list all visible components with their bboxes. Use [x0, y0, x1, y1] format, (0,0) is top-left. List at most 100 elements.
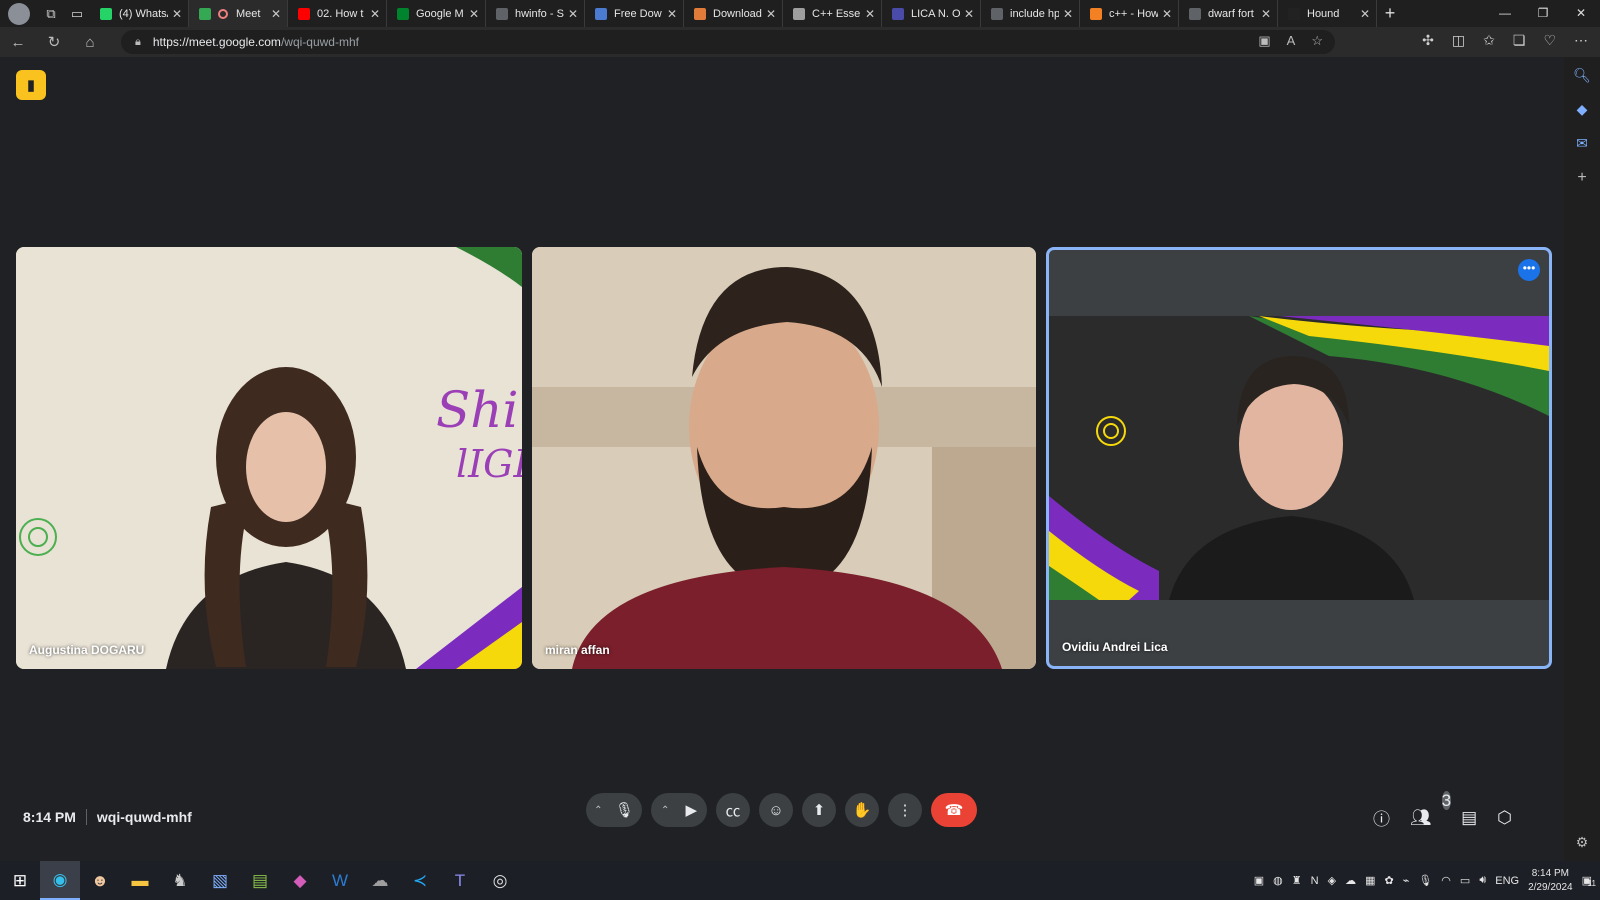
tab-close-icon[interactable]: ✕ [370, 7, 380, 21]
favorites-icon[interactable]: ✩ [1483, 32, 1495, 49]
tab-close-icon[interactable]: ✕ [1162, 7, 1172, 21]
add-sidebar-app-icon[interactable]: + [1577, 169, 1586, 187]
tray-app-icon[interactable]: ▦ [1365, 874, 1375, 887]
url-text[interactable]: https://meet.google.com/wqi-quwd-mhf [153, 35, 359, 49]
browser-tab[interactable]: hwinfo - S ✕ [486, 0, 585, 27]
participant-tile[interactable]: miran affan [532, 247, 1036, 669]
sidebar-settings-gear-icon[interactable]: ⚙ [1576, 834, 1589, 851]
microphone-icon[interactable]: 🎙︎ [615, 801, 634, 819]
refresh-icon[interactable]: ↻ [36, 33, 72, 51]
word-icon[interactable]: W [320, 861, 360, 900]
camera-off-badge-icon[interactable]: ▮ [16, 70, 46, 100]
camera-icon[interactable]: ▶ [685, 801, 697, 819]
app-icon[interactable]: ☻ [80, 861, 120, 900]
outlook-icon[interactable]: ✉ [1576, 135, 1588, 152]
tab-actions-icon[interactable]: ▭ [64, 4, 90, 24]
split-screen-icon[interactable]: ◫ [1452, 32, 1465, 49]
people-icon[interactable]: 👥︎3 [1410, 790, 1452, 828]
browser-tab[interactable]: Download ✕ [684, 0, 783, 27]
emoji-reactions-button[interactable]: ☺ [759, 793, 793, 827]
activities-icon[interactable]: ⬡ [1497, 808, 1512, 828]
tray-app-icon[interactable]: ▣ [1254, 874, 1264, 887]
onenote-icon[interactable]: N [1311, 875, 1319, 887]
copilot-icon[interactable]: ◆ [1577, 101, 1588, 118]
browser-tab[interactable]: c++ - How ✕ [1080, 0, 1179, 27]
tile-more-options-button[interactable]: ••• [1518, 259, 1540, 281]
close-window-button[interactable]: ✕ [1562, 0, 1600, 27]
browser-essentials-icon[interactable]: ♡ [1543, 32, 1556, 49]
battery-icon[interactable]: ▭ [1460, 874, 1470, 887]
browser-tab[interactable]: Meet ✕ [189, 0, 288, 27]
tray-app-icon[interactable]: ✿ [1384, 874, 1393, 887]
more-options-icon[interactable]: ⋯ [1574, 32, 1588, 49]
new-tab-button[interactable]: + [1377, 3, 1403, 24]
leave-call-button[interactable]: ☎ [931, 793, 977, 827]
tab-close-icon[interactable]: ✕ [964, 7, 974, 21]
language-indicator[interactable]: ENG [1495, 875, 1519, 887]
home-icon[interactable]: ⌂ [72, 34, 108, 51]
workspaces-icon[interactable]: ⧉ [38, 4, 64, 24]
microphone-tray-icon[interactable]: 🎙︎ [1418, 874, 1432, 887]
browser-tab[interactable]: C++ Essen ✕ [783, 0, 882, 27]
tab-close-icon[interactable]: ✕ [1063, 7, 1073, 21]
chat-icon[interactable]: ▤ [1461, 808, 1477, 828]
tab-close-icon[interactable]: ✕ [469, 7, 479, 21]
tab-close-icon[interactable]: ✕ [865, 7, 875, 21]
camera-icon[interactable]: ▣ [1258, 33, 1270, 49]
raise-hand-button[interactable]: ✋ [845, 793, 879, 827]
tab-close-icon[interactable]: ✕ [766, 7, 776, 21]
browser-tab[interactable]: 02. How t ✕ [288, 0, 387, 27]
minimize-button[interactable]: — [1486, 0, 1524, 27]
app-icon[interactable]: ♞ [160, 861, 200, 900]
address-bar[interactable]: 🔒︎ https://meet.google.com/wqi-quwd-mhf … [121, 30, 1335, 54]
start-windows-icon[interactable]: ⊞ [0, 861, 40, 900]
more-options-button[interactable]: ⋮ [888, 793, 922, 827]
favorite-star-icon[interactable]: ☆ [1311, 33, 1323, 49]
tab-close-icon[interactable]: ✕ [667, 7, 677, 21]
tray-app-icon[interactable]: ♜ [1292, 874, 1302, 887]
present-screen-button[interactable]: ⬆ [802, 793, 836, 827]
captions-button[interactable]: ㏄ [716, 793, 750, 827]
tab-close-icon[interactable]: ✕ [172, 7, 182, 21]
app-icon[interactable]: ◆ [280, 861, 320, 900]
edge-browser-icon[interactable]: ◉ [40, 861, 80, 900]
app-icon[interactable]: ◎ [480, 861, 520, 900]
browser-tab[interactable]: LICA N. O ✕ [882, 0, 981, 27]
lock-icon[interactable]: 🔒︎ [135, 36, 141, 49]
photos-icon[interactable]: ▧ [200, 861, 240, 900]
taskbar-clock[interactable]: 8:14 PM 2/29/2024 [1528, 867, 1573, 895]
teams-icon[interactable]: T [440, 861, 480, 900]
notepad-icon[interactable]: ▤ [240, 861, 280, 900]
tab-close-icon[interactable]: ✕ [1261, 7, 1271, 21]
back-icon[interactable]: ← [0, 34, 36, 51]
participant-tile-active-speaker[interactable]: ••• Ovidiu Andrei Lica [1046, 247, 1552, 669]
notification-center-icon[interactable]: ▣ 11 [1582, 874, 1596, 888]
audio-options-chevron-icon[interactable]: ⌃ [594, 805, 602, 816]
browser-tab[interactable]: Free Dow ✕ [585, 0, 684, 27]
browser-tab[interactable]: dwarf fort ✕ [1179, 0, 1278, 27]
participant-tile[interactable]: Shin lIGH Augustina DOGARU [16, 247, 522, 669]
onedrive-icon[interactable]: ☁ [1345, 874, 1356, 887]
search-icon[interactable]: 🔍︎ [1573, 67, 1591, 84]
volume-icon[interactable]: 🔊︎ [1479, 874, 1486, 887]
meeting-details-info-icon[interactable]: ⓘ [1373, 805, 1390, 830]
vscode-icon[interactable]: ≺ [400, 861, 440, 900]
tray-app-icon[interactable]: ◍ [1273, 874, 1283, 887]
collections-icon[interactable]: ❏ [1513, 32, 1526, 49]
profile-avatar[interactable] [8, 2, 30, 25]
video-options-chevron-icon[interactable]: ⌃ [661, 805, 669, 816]
tray-app-icon[interactable]: ⌁ [1403, 874, 1410, 887]
browser-tab[interactable]: include hp ✕ [981, 0, 1080, 27]
browser-tab[interactable]: Google M ✕ [387, 0, 486, 27]
app-icon[interactable]: ☁ [360, 861, 400, 900]
restore-button[interactable]: ❐ [1524, 0, 1562, 27]
browser-tab[interactable]: (4) WhatsA ✕ [90, 0, 189, 27]
browser-tab[interactable]: Hound ✕ [1278, 0, 1377, 27]
tab-close-icon[interactable]: ✕ [1360, 7, 1370, 21]
file-explorer-icon[interactable]: ▬ [120, 861, 160, 900]
read-aloud-icon[interactable]: A [1287, 33, 1296, 49]
wifi-icon[interactable]: ◠ [1441, 874, 1451, 887]
tab-close-icon[interactable]: ✕ [271, 7, 281, 21]
tab-close-icon[interactable]: ✕ [568, 7, 578, 21]
extensions-icon[interactable]: ✣ [1422, 32, 1434, 49]
